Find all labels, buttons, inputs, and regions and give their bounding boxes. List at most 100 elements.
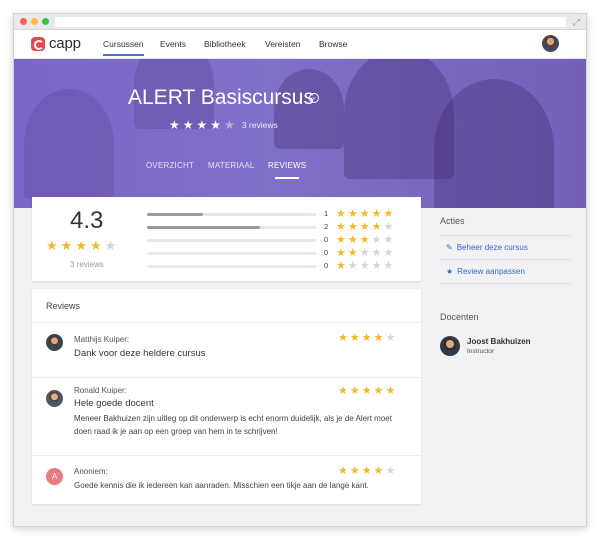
course-title: ALERT Basiscursus (128, 86, 314, 109)
star-icon: ★ (359, 260, 370, 272)
histogram-stars: ★ ★ ★ ★ ★ (336, 259, 395, 272)
nav-item-browse[interactable]: Browse (319, 39, 347, 49)
review-item: Ronald Kuiper: Hele goede docent Meneer … (32, 377, 421, 455)
tab-reviews[interactable]: REVIEWS (268, 161, 306, 179)
nav-item-events[interactable]: Events (160, 39, 186, 49)
histogram-bar (147, 226, 316, 229)
edit-review-label: Review aanpassen (457, 267, 525, 276)
histogram-count: 1 (324, 209, 329, 218)
teachers-heading: Docenten (440, 312, 479, 322)
histogram-stars: ★ ★ ★ ★ ★ (336, 207, 395, 220)
divider (440, 283, 571, 284)
star-icon: ★ (210, 118, 222, 132)
star-icon: ★ (359, 221, 370, 233)
star-icon: ★ (349, 385, 360, 397)
star-icon: ★ (373, 465, 384, 477)
star-icon: ★ (104, 238, 117, 253)
star-icon: ★ (385, 465, 396, 477)
rating-summary-card: 4.3 ★ ★ ★ ★ ★ 3 reviews 1 ★ ★ ★ ★ ★ 2 ★ ★ ★ ★ ★ 0 ★ ★ ★ ★ ★ 0 ★… (32, 197, 421, 281)
histogram-bar (147, 252, 316, 255)
teacher-name[interactable]: Joost Bakhuizen (467, 337, 531, 346)
reviews-card: Reviews Matthijs Kuiper: Dank voor deze … (32, 289, 421, 504)
reviewer-name: Matthijs Kuiper: (74, 335, 130, 344)
minimize-window-button[interactable] (31, 18, 38, 25)
edit-review-link[interactable]: ★ Review aanpassen (446, 267, 525, 276)
star-icon: ★ (385, 332, 396, 344)
star-icon: ★ (169, 118, 180, 132)
star-icon: ★ (385, 385, 396, 397)
review-body: Meneer Bakhuizen zijn uitleg op dit onde… (74, 414, 392, 436)
average-score: 4.3 (70, 207, 104, 234)
star-icon: ★ (89, 238, 102, 253)
divider (440, 259, 571, 260)
histogram-bar (147, 239, 316, 242)
tab-materiaal[interactable]: MATERIAAL (208, 161, 255, 170)
teacher-role: Instructor (467, 348, 495, 355)
star-icon: ★ (182, 118, 194, 132)
avatar: A (46, 468, 63, 485)
star-icon: ★ (338, 385, 348, 397)
histogram-count: 0 (324, 248, 329, 257)
divider (440, 235, 571, 236)
manage-course-link[interactable]: ✎ Beheer deze cursus (446, 243, 528, 252)
hero-background-bell (24, 89, 114, 199)
review-stars: ★ ★ ★ ★ ★ (338, 384, 397, 397)
review-item: Matthijs Kuiper: Dank voor deze heldere … (32, 322, 421, 377)
rating-review-count: 3 reviews (70, 260, 104, 269)
tab-overzicht[interactable]: OVERZICHT (146, 161, 194, 170)
average-stars: ★ ★ ★ ★ ★ (46, 238, 119, 254)
star-icon: ★ (371, 260, 382, 272)
histogram-bar-fill (147, 226, 261, 229)
star-icon: ★ (383, 221, 394, 233)
histogram-bar (147, 265, 316, 268)
maximize-window-button[interactable] (42, 18, 49, 25)
star-icon: ★ (347, 247, 358, 259)
star-icon: ★ (75, 238, 87, 253)
star-icon: ★ (338, 332, 348, 344)
star-icon: ★ (383, 234, 394, 246)
rating-histogram: 1 ★ ★ ★ ★ ★ 2 ★ ★ ★ ★ ★ 0 ★ ★ ★ ★ ★ 0 ★ ★ ★ ★ ★ 0 ★ ★ ★ ★ ★ (147, 207, 409, 274)
pencil-icon: ✎ (446, 243, 453, 252)
star-icon: ★ (349, 332, 360, 344)
browser-chrome: ⤢ (14, 14, 586, 30)
fullscreen-icon[interactable]: ⤢ (573, 16, 580, 28)
close-window-button[interactable] (20, 18, 27, 25)
reviews-heading: Reviews (46, 301, 81, 311)
star-icon: ★ (371, 247, 382, 259)
star-icon: ★ (336, 208, 346, 220)
histogram-bar (147, 213, 316, 216)
star-icon: ★ (347, 234, 358, 246)
star-icon: ★ (359, 208, 370, 220)
histogram-count: 2 (324, 222, 329, 231)
star-icon: ★ (383, 208, 394, 220)
user-avatar[interactable] (542, 35, 559, 52)
review-stars: ★ ★ ★ ★ ★ (338, 331, 397, 344)
top-navigation: capp Cursussen Events Bibliotheek Vereis… (14, 30, 586, 59)
teacher-avatar[interactable] (440, 336, 460, 356)
histogram-stars: ★ ★ ★ ★ ★ (336, 233, 395, 246)
star-icon: ★ (347, 221, 358, 233)
reviewer-name: Ronald Kuiper: (74, 386, 127, 395)
star-icon: ★ (446, 267, 454, 276)
nav-item-vereisten[interactable]: Vereisten (265, 39, 300, 49)
star-icon: ★ (371, 208, 382, 220)
review-headline: Dank voor deze heldere cursus (74, 348, 206, 359)
nav-item-bibliotheek[interactable]: Bibliotheek (204, 39, 246, 49)
star-icon: ★ (371, 221, 382, 233)
star-icon: ★ (361, 332, 372, 344)
address-bar[interactable] (55, 17, 566, 27)
review-item: A Anoniem: Goede kennis die ik iedereen … (32, 455, 421, 504)
star-icon: ★ (359, 234, 370, 246)
star-icon: ★ (196, 118, 208, 132)
chevron-down-icon[interactable]: ⌄ (309, 93, 319, 103)
histogram-stars: ★ ★ ★ ★ ★ (336, 246, 395, 259)
star-icon: ★ (347, 260, 358, 272)
logo-text: capp (49, 35, 81, 52)
histogram-bar-fill (147, 213, 203, 216)
review-body: Goede kennis die ik iedereen kan aanrade… (74, 481, 369, 490)
star-icon: ★ (349, 465, 360, 477)
actions-heading: Acties (440, 216, 465, 226)
review-stars: ★ ★ ★ ★ ★ (338, 464, 397, 477)
app-logo[interactable]: capp (31, 35, 81, 52)
nav-item-cursussen[interactable]: Cursussen (103, 39, 144, 56)
